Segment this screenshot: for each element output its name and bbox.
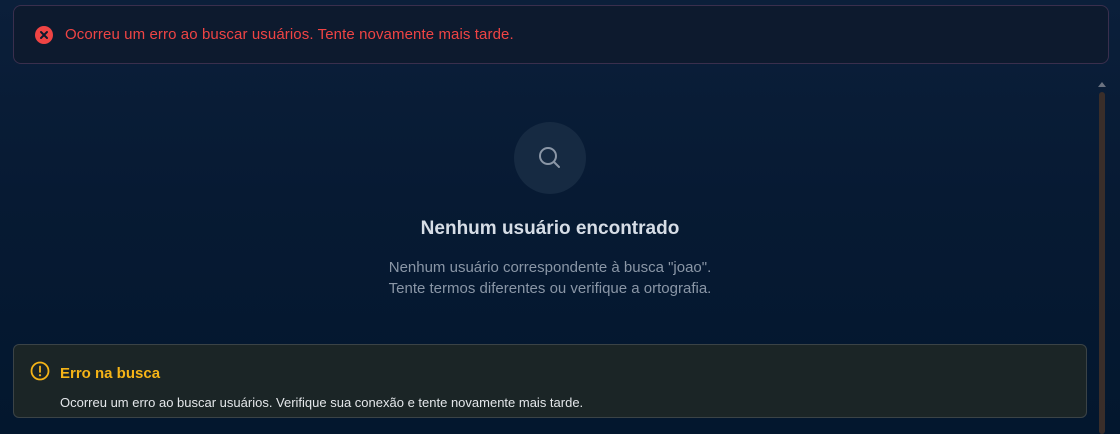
alert-title: Erro na busca <box>60 365 161 382</box>
search-icon-circle <box>514 122 586 194</box>
alert-message: Ocorreu um erro ao buscar usuários. Veri… <box>60 395 584 410</box>
empty-state: Nenhum usuário encontrado Nenhum usuário… <box>0 122 1100 299</box>
empty-state-title: Nenhum usuário encontrado <box>420 218 680 239</box>
alert-circle-icon <box>30 361 50 386</box>
scroll-up-arrow-icon[interactable] <box>1098 80 1106 88</box>
empty-state-description: Nenhum usuário correspondente à busca "j… <box>389 257 712 299</box>
error-toast-message: Ocorreu um erro ao buscar usuários. Tent… <box>65 26 514 43</box>
search-icon <box>539 147 560 168</box>
empty-state-line-2: Tente termos diferentes ou verifique a o… <box>388 280 712 297</box>
error-toast: Ocorreu um erro ao buscar usuários. Tent… <box>13 5 1109 64</box>
empty-state-line-1: Nenhum usuário correspondente à busca "j… <box>388 259 712 276</box>
search-error-alert: Erro na busca Ocorreu um erro ao buscar … <box>13 344 1087 418</box>
error-x-circle-icon <box>35 25 53 44</box>
